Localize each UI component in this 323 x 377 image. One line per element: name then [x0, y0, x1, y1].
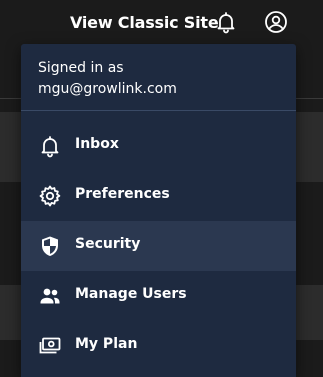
bell-icon: [38, 134, 62, 158]
menu-item-my-plan[interactable]: My Plan: [21, 321, 296, 371]
gear-icon: [38, 184, 62, 208]
shield-icon: [38, 234, 62, 258]
users-icon: [38, 284, 62, 308]
menu-item-preferences[interactable]: Preferences: [21, 171, 296, 221]
menu-item-inbox[interactable]: Inbox: [21, 121, 296, 171]
billing-icon: [38, 334, 62, 358]
menu-item-security[interactable]: Security: [21, 221, 296, 271]
menu-item-label: Preferences: [75, 186, 170, 202]
account-menu: Signed in as mgu@growlink.com Inbox Pref…: [21, 44, 296, 377]
signed-in-email: mgu@growlink.com: [38, 81, 177, 97]
bell-icon[interactable]: [214, 10, 238, 34]
menu-item-label: Security: [75, 236, 141, 252]
menu-item-manage-users[interactable]: Manage Users: [21, 271, 296, 321]
menu-item-label: My Plan: [75, 336, 138, 352]
menu-item-label: Inbox: [75, 136, 119, 152]
signed-in-label: Signed in as: [38, 60, 124, 76]
view-classic-site-link[interactable]: View Classic Site: [70, 13, 219, 32]
signed-in-header: Signed in as mgu@growlink.com: [21, 44, 296, 111]
menu-item-label: Manage Users: [75, 286, 187, 302]
top-bar: View Classic Site: [0, 0, 323, 44]
account-circle-icon[interactable]: [264, 10, 288, 34]
